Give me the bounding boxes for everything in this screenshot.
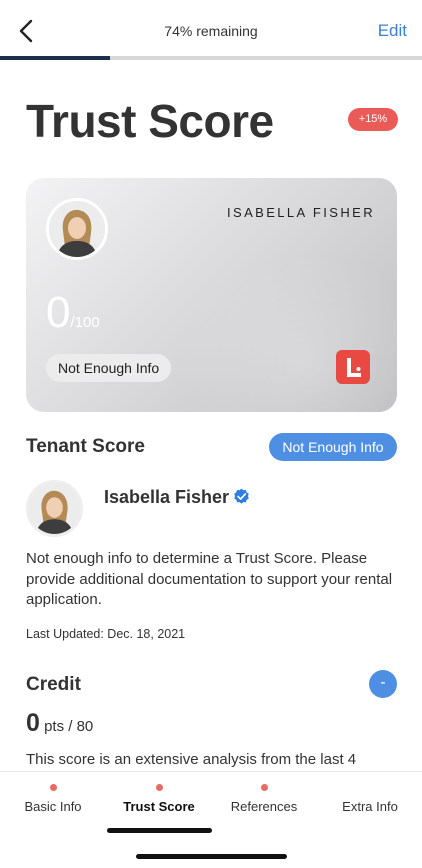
- tenant-status-pill: Not Enough Info: [269, 433, 397, 461]
- card-status-pill: Not Enough Info: [46, 354, 172, 382]
- progress-bar: [0, 56, 422, 60]
- last-updated: Last Updated: Dec. 18, 2021: [26, 627, 186, 641]
- tab-references[interactable]: References: [226, 784, 302, 814]
- tenant-name: Isabella Fisher: [104, 487, 230, 507]
- trust-score-value: 0/100: [46, 288, 100, 338]
- bottom-tab-bar: Basic Info Trust Score References Extra …: [0, 771, 422, 868]
- page-title: Trust Score: [26, 95, 274, 147]
- score-number: 0: [46, 288, 71, 337]
- progress-fill: [0, 56, 110, 60]
- card-holder-name: ISABELLA FISHER: [227, 205, 375, 220]
- avatar: [46, 198, 108, 260]
- credit-description: This score is an extensive analysis from…: [26, 751, 357, 768]
- tab-extra-info[interactable]: Extra Info: [336, 784, 404, 814]
- avatar: [26, 480, 83, 537]
- tab-label: References: [230, 799, 298, 814]
- tab-trust-score[interactable]: Trust Score: [116, 784, 202, 814]
- tenant-description: Not enough info to determine a Trust Sco…: [26, 550, 393, 608]
- notification-dot: [260, 784, 268, 791]
- credit-score-unit: pts / 80: [39, 718, 94, 735]
- tab-label: Basic Info: [24, 799, 82, 814]
- credit-score-value: 0: [26, 709, 40, 737]
- brand-logo-icon: [336, 350, 370, 384]
- tenant-score-title: Tenant Score: [26, 436, 145, 457]
- verified-icon: [234, 488, 249, 504]
- credit-title: Credit: [26, 674, 81, 695]
- edit-button[interactable]: Edit: [378, 21, 407, 41]
- top-bar: 74% remaining Edit: [0, 0, 422, 60]
- notification-dot: [155, 784, 163, 791]
- card-decoration: [177, 252, 397, 412]
- notification-dot: [49, 784, 57, 791]
- tab-label: Trust Score: [123, 799, 195, 814]
- trust-score-card: ISABELLA FISHER 0/100 Not Enough Info: [26, 178, 397, 412]
- tab-label: Extra Info: [342, 799, 398, 814]
- score-change-badge: +15%: [348, 108, 398, 131]
- person-photo-icon: [49, 201, 105, 257]
- active-tab-indicator: [107, 828, 212, 833]
- remaining-label: 74% remaining: [164, 23, 258, 39]
- tab-basic-info[interactable]: Basic Info: [22, 784, 84, 814]
- score-max: /100: [70, 314, 100, 331]
- person-photo-icon: [29, 483, 80, 534]
- credit-collapse-button[interactable]: -: [369, 670, 397, 698]
- home-indicator: [136, 854, 287, 859]
- credit-score: 0 pts / 80: [26, 709, 93, 738]
